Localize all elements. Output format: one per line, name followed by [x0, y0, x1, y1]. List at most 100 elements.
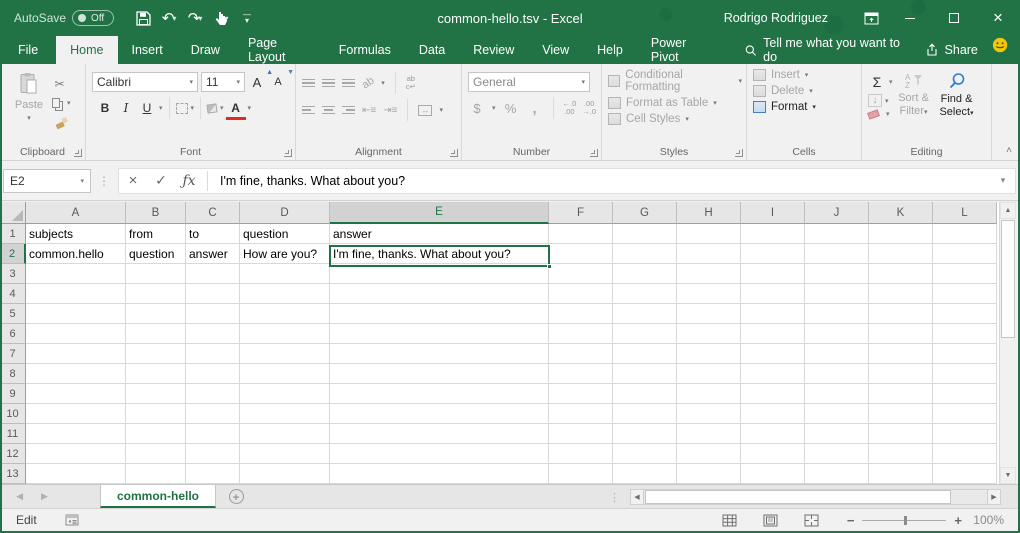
previous-sheet-icon[interactable]: ◀ [16, 491, 23, 502]
column-header-G[interactable]: G [613, 202, 677, 224]
maximize-button[interactable] [932, 0, 976, 36]
cell-D9[interactable] [240, 384, 330, 404]
cell-G11[interactable] [613, 424, 677, 444]
cell-C12[interactable] [186, 444, 240, 464]
accounting-format-icon[interactable]: $ [468, 99, 486, 118]
cell-C11[interactable] [186, 424, 240, 444]
page-layout-view-icon[interactable] [763, 514, 778, 527]
font-color-dropdown-icon[interactable]: ▾ [248, 104, 252, 112]
cell-B2[interactable]: question [126, 244, 186, 264]
vertical-scrollbar[interactable]: ▲ ▼ [999, 202, 1016, 484]
zoom-slider-handle[interactable] [904, 516, 907, 525]
minimize-button[interactable] [888, 0, 932, 36]
cell-G8[interactable] [613, 364, 677, 384]
cell-J3[interactable] [805, 264, 869, 284]
cell-H12[interactable] [677, 444, 741, 464]
insert-cells-button[interactable]: Insert▾ [753, 69, 857, 81]
expand-formula-bar-icon[interactable]: ▾ [991, 175, 1015, 186]
cell-F10[interactable] [549, 404, 613, 424]
tab-page-layout[interactable]: Page Layout [234, 36, 325, 64]
next-sheet-icon[interactable]: ▶ [41, 491, 48, 502]
clipboard-dialog-launcher-icon[interactable] [74, 149, 82, 157]
cell-J7[interactable] [805, 344, 869, 364]
user-name[interactable]: Rodrigo Rodriguez [724, 11, 828, 25]
cell-A13[interactable] [26, 464, 126, 484]
row-header-13[interactable]: 13 [0, 464, 26, 484]
fill-icon[interactable]: ↓ [868, 94, 882, 107]
zoom-in-icon[interactable]: + [954, 513, 962, 528]
cell-E8[interactable] [330, 364, 549, 384]
cell-E2[interactable]: I'm fine, thanks. What about you? [330, 244, 549, 264]
tab-review[interactable]: Review [459, 36, 528, 64]
zoom-out-icon[interactable]: − [847, 513, 855, 528]
horizontal-scrollbar[interactable]: ⋮ ◀ ▶ [609, 489, 1001, 505]
cell-G13[interactable] [613, 464, 677, 484]
cell-F9[interactable] [549, 384, 613, 404]
scroll-right-icon[interactable]: ▶ [987, 489, 1001, 505]
cell-C2[interactable]: answer [186, 244, 240, 264]
format-cells-button[interactable]: Format▾ [753, 101, 857, 113]
conditional-formatting-button[interactable]: Conditional Formatting▾ [608, 69, 742, 93]
cell-G4[interactable] [613, 284, 677, 304]
column-header-K[interactable]: K [869, 202, 933, 224]
cell-B1[interactable]: from [126, 224, 186, 244]
copy-dropdown-icon[interactable]: ▾ [67, 99, 71, 107]
tab-view[interactable]: View [528, 36, 583, 64]
clear-icon[interactable] [867, 109, 880, 119]
row-header-11[interactable]: 11 [0, 424, 26, 444]
cell-G7[interactable] [613, 344, 677, 364]
cell-B12[interactable] [126, 444, 186, 464]
cell-C13[interactable] [186, 464, 240, 484]
wrap-text-icon[interactable]: abc↵ [406, 75, 416, 92]
cell-I3[interactable] [741, 264, 805, 284]
cell-H5[interactable] [677, 304, 741, 324]
cell-A12[interactable] [26, 444, 126, 464]
cell-G6[interactable] [613, 324, 677, 344]
enter-icon[interactable]: ✓ [147, 172, 175, 189]
align-center-icon[interactable] [322, 106, 335, 115]
cell-D11[interactable] [240, 424, 330, 444]
paste-button[interactable]: Paste ▾ [6, 68, 52, 144]
cell-H6[interactable] [677, 324, 741, 344]
number-dialog-launcher-icon[interactable] [590, 149, 598, 157]
fill-color-icon[interactable] [206, 103, 217, 113]
cell-K4[interactable] [869, 284, 933, 304]
column-header-J[interactable]: J [805, 202, 869, 224]
decrease-decimal-icon[interactable]: .00→.0 [582, 100, 596, 117]
cell-E1[interactable]: answer [330, 224, 549, 244]
column-header-E[interactable]: E [330, 202, 549, 224]
shrink-font-button[interactable]: A▼ [269, 73, 287, 92]
tab-data[interactable]: Data [405, 36, 459, 64]
cell-E12[interactable] [330, 444, 549, 464]
cell-K1[interactable] [869, 224, 933, 244]
cell-A5[interactable] [26, 304, 126, 324]
format-as-table-button[interactable]: Format as Table▾ [608, 97, 742, 109]
cell-C4[interactable] [186, 284, 240, 304]
cell-E9[interactable] [330, 384, 549, 404]
cell-F13[interactable] [549, 464, 613, 484]
cell-L12[interactable] [933, 444, 997, 464]
tab-file[interactable]: File [0, 36, 56, 64]
cell-A10[interactable] [26, 404, 126, 424]
fill-color-dropdown-icon[interactable]: ▾ [220, 104, 224, 112]
orientation-icon[interactable]: ab [360, 75, 377, 92]
fill-dropdown-icon[interactable]: ▾ [885, 97, 889, 105]
ribbon-display-options-icon[interactable] [854, 0, 888, 36]
autosum-icon[interactable]: Σ [868, 72, 886, 91]
cell-B10[interactable] [126, 404, 186, 424]
scroll-down-icon[interactable]: ▼ [1000, 467, 1016, 484]
normal-view-icon[interactable] [722, 514, 737, 527]
font-color-button[interactable]: A [227, 99, 245, 118]
tab-insert[interactable]: Insert [118, 36, 177, 64]
cell-D10[interactable] [240, 404, 330, 424]
cell-B11[interactable] [126, 424, 186, 444]
customize-qat-icon[interactable]: —▾ [236, 6, 258, 30]
cell-E6[interactable] [330, 324, 549, 344]
cell-A7[interactable] [26, 344, 126, 364]
cell-L7[interactable] [933, 344, 997, 364]
row-header-8[interactable]: 8 [0, 364, 26, 384]
row-header-6[interactable]: 6 [0, 324, 26, 344]
cell-G9[interactable] [613, 384, 677, 404]
column-header-D[interactable]: D [240, 202, 330, 224]
cell-I4[interactable] [741, 284, 805, 304]
